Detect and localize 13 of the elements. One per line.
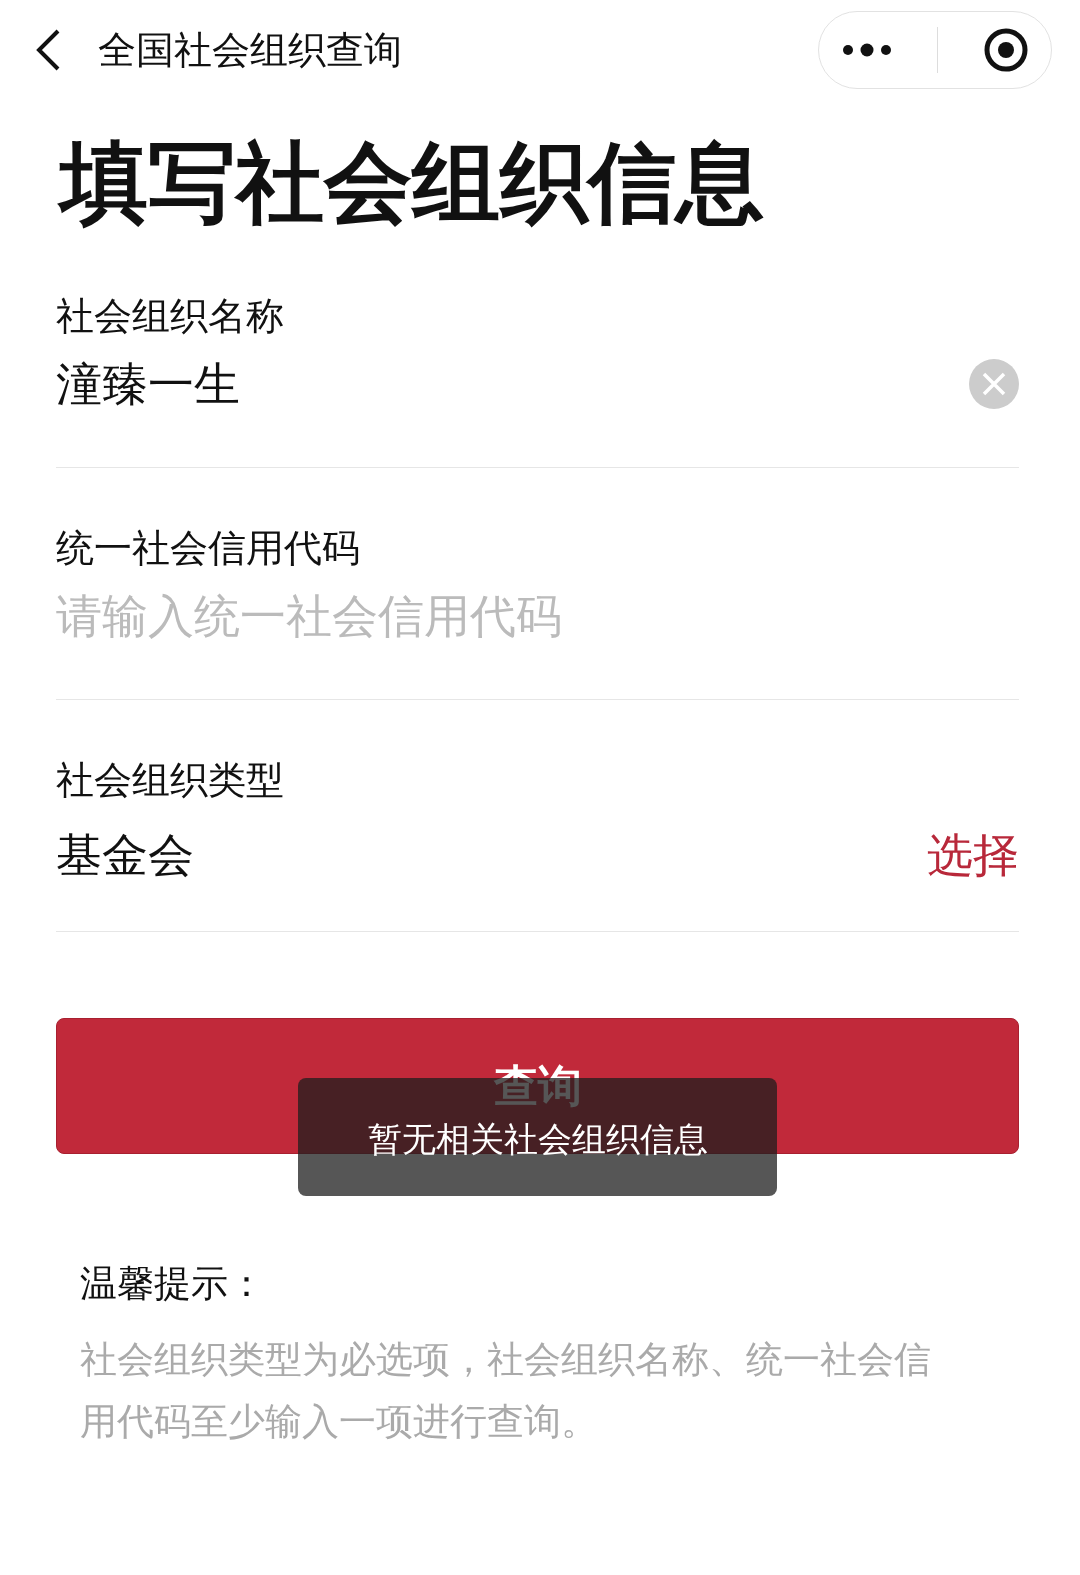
page-title: 全国社会组织查询 bbox=[98, 26, 402, 74]
clear-icon bbox=[981, 370, 1007, 397]
more-icon[interactable] bbox=[841, 43, 892, 57]
field-label: 社会组织类型 bbox=[56, 757, 285, 804]
field-label: 统一社会信用代码 bbox=[56, 525, 361, 572]
tip-text: 社会组织类型为必选项，社会组织名称、统一社会信用代码至少输入一项进行查询。 bbox=[80, 1337, 932, 1446]
select-value[interactable]: 基金会 bbox=[56, 828, 756, 884]
input-field[interactable]: 潼臻一生 bbox=[56, 357, 756, 413]
back-icon[interactable] bbox=[34, 28, 62, 72]
field-label: 社会组织名称 bbox=[56, 293, 285, 340]
select-link[interactable]: 选择 bbox=[927, 821, 1019, 891]
input-field[interactable]: 请输入统一社会信用代码 bbox=[56, 589, 756, 645]
tip-title: 温馨提示： bbox=[80, 1260, 266, 1307]
